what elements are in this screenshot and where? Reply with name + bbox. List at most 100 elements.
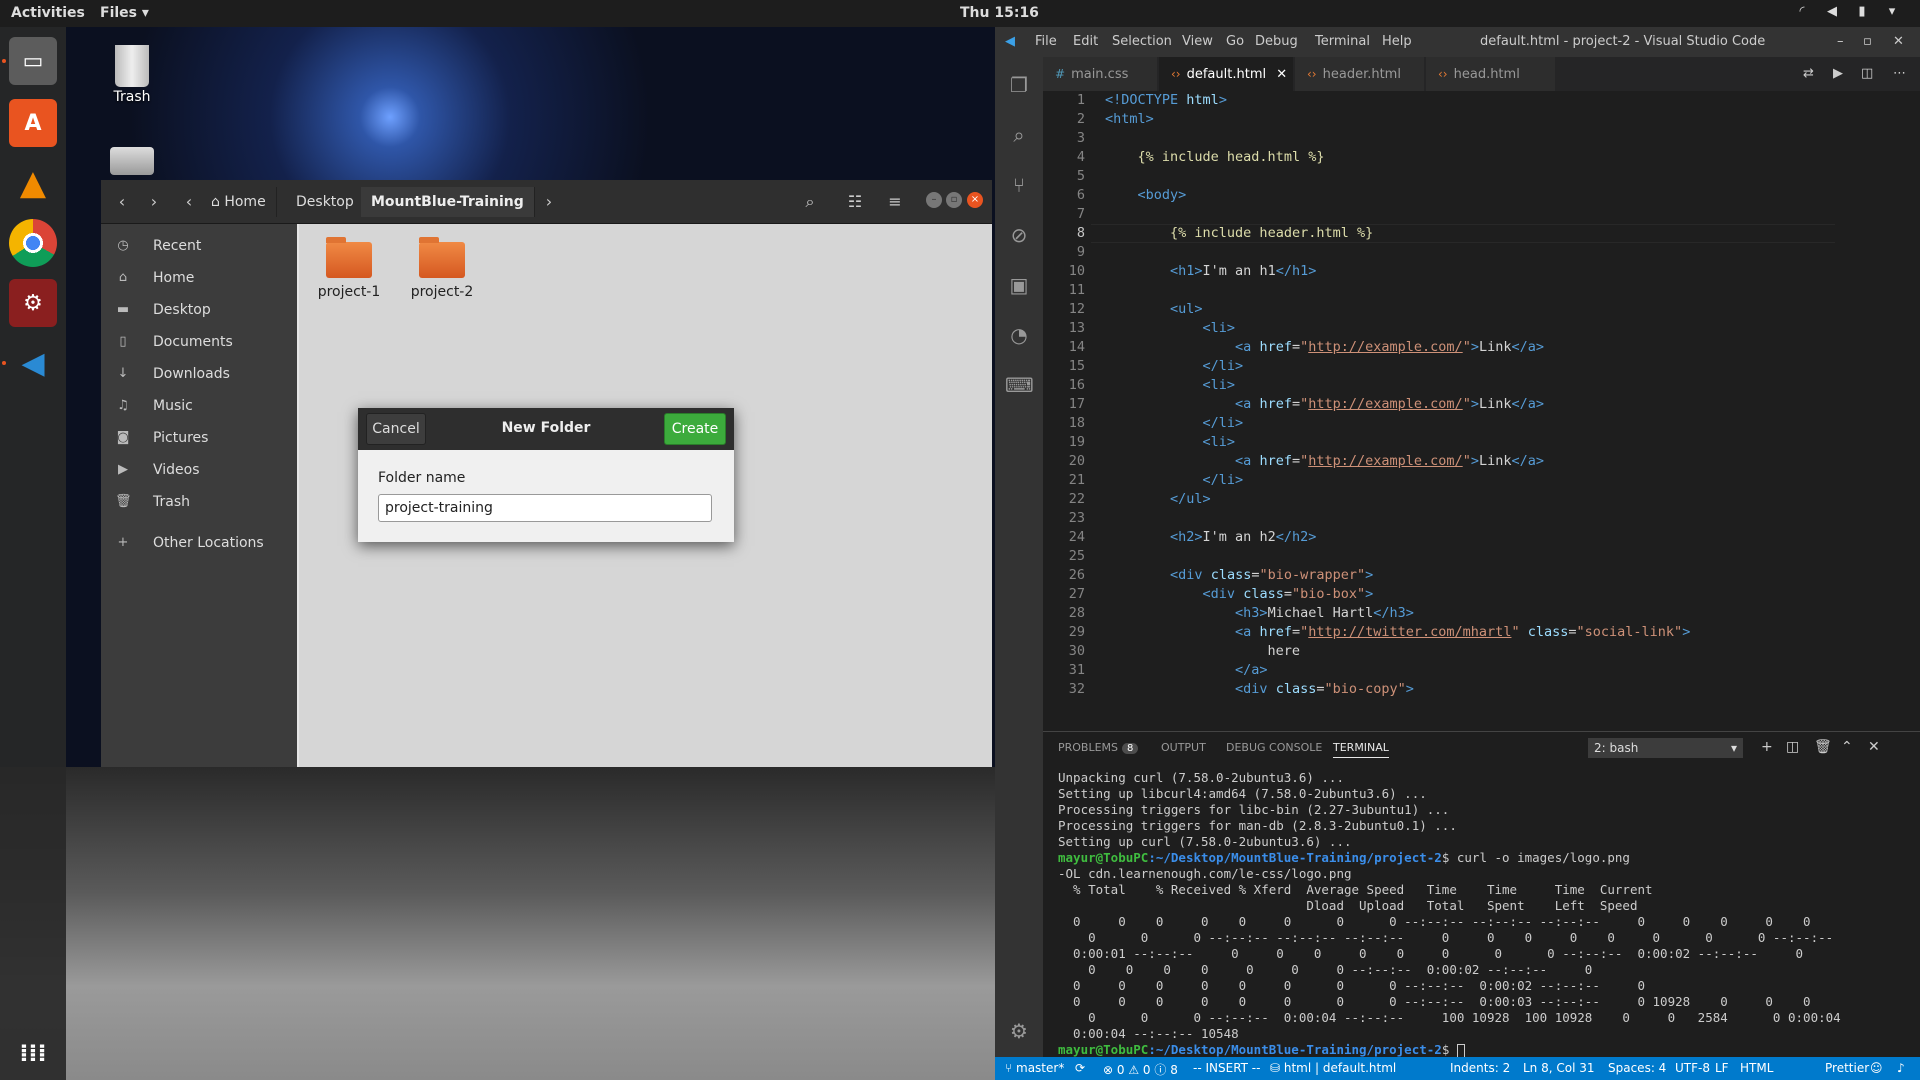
more-icon[interactable]: ⋯ <box>1893 66 1906 81</box>
menu-debug[interactable]: Debug <box>1255 34 1298 49</box>
line-number: 31 <box>1068 662 1085 678</box>
activities-button[interactable]: Activities <box>11 5 85 21</box>
menu-edit[interactable]: Edit <box>1073 34 1098 49</box>
menu-selection[interactable]: Selection <box>1112 34 1172 49</box>
folder-item[interactable]: project-2 <box>402 237 482 300</box>
menu-go[interactable]: Go <box>1226 34 1244 49</box>
menu-file[interactable]: File <box>1035 34 1057 49</box>
code-editor[interactable]: 1 2 3 4 5 6 7 8 9 10 11 12 13 14 15 16 17 18 19 20 21 22 23 24 2… <box>1043 91 1920 731</box>
tab-head-html[interactable]: ‹› head.html <box>1426 57 1556 91</box>
breadcrumb-status[interactable]: ⛁ html | default.html <box>1270 1061 1396 1075</box>
volume-icon[interactable]: ◀ <box>1824 4 1840 20</box>
indents-status[interactable]: Indents: 2 <box>1450 1061 1510 1075</box>
drive-icon[interactable] <box>110 147 154 175</box>
extensions-icon[interactable]: ▣ <box>1005 271 1033 299</box>
tab-header-html[interactable]: ‹› header.html <box>1295 57 1425 91</box>
breadcrumb-home[interactable]: ⌂ Home <box>201 187 277 217</box>
breadcrumb-desktop[interactable]: Desktop <box>286 187 365 217</box>
search-icon[interactable]: ⌕ <box>1005 121 1033 149</box>
sidebar-item-downloads[interactable]: ↓ Downloads <box>101 359 297 389</box>
menu-view[interactable]: View <box>1182 34 1213 49</box>
sync-icon[interactable]: ⟳ <box>1075 1061 1085 1075</box>
language-status[interactable]: HTML <box>1740 1061 1773 1075</box>
git-branch[interactable]: ⑂ master* <box>1005 1061 1064 1075</box>
tab-problems[interactable]: PROBLEMS 8 <box>1058 741 1139 754</box>
eol-status[interactable]: LF <box>1715 1061 1729 1075</box>
compare-icon[interactable]: ⇄ <box>1803 66 1814 81</box>
sidebar-item-home[interactable]: ⌂ Home <box>101 263 297 293</box>
split-editor-icon[interactable]: ◫ <box>1861 66 1873 81</box>
path-right-button[interactable]: › <box>541 187 557 217</box>
terminal-output[interactable]: Unpacking curl (7.58.0-2ubuntu3.6) ... S… <box>1058 770 1908 1058</box>
menu-help[interactable]: Help <box>1382 34 1412 49</box>
vscode-icon[interactable]: ◀ <box>9 339 57 387</box>
tab-output[interactable]: OUTPUT <box>1161 741 1206 754</box>
menu-terminal[interactable]: Terminal <box>1315 34 1370 49</box>
terminal-select[interactable]: 2: bash ▾ <box>1588 738 1743 758</box>
chrome-icon[interactable] <box>9 219 57 267</box>
sidebar-item-music[interactable]: ♫ Music <box>101 391 297 421</box>
close-button[interactable]: × <box>967 192 983 208</box>
tab-main-css[interactable]: # main.css <box>1043 57 1158 91</box>
search-icon[interactable]: ⌕ <box>796 187 824 217</box>
cursor-position[interactable]: Ln 8, Col 31 <box>1523 1061 1595 1075</box>
chevron-up-icon[interactable]: ⌃ <box>1841 739 1853 755</box>
encoding-status[interactable]: UTF-8 <box>1675 1061 1710 1075</box>
maximize-button[interactable]: ▫ <box>1863 34 1872 49</box>
spaces-status[interactable]: Spaces: 4 <box>1608 1061 1666 1075</box>
sidebar-item-trash[interactable]: 🗑 Trash <box>101 487 297 517</box>
show-apps-icon[interactable]: ⁞⁞⁞ <box>9 1029 57 1077</box>
new-terminal-icon[interactable]: + <box>1761 739 1773 755</box>
prettier-status[interactable]: Prettier <box>1825 1061 1869 1075</box>
debug-icon[interactable]: ⊘ <box>1005 221 1033 249</box>
explorer-icon[interactable]: ❐ <box>1005 71 1033 99</box>
software-center-icon[interactable]: A <box>9 99 57 147</box>
breadcrumb-current[interactable]: MountBlue-Training <box>361 187 535 217</box>
app-menu[interactable]: Files ▾ <box>100 5 149 21</box>
back-button[interactable]: ‹ <box>109 187 135 217</box>
close-icon[interactable]: ✕ <box>1868 739 1880 755</box>
system-tray[interactable]: ◜ ◀ ▮ ▾ <box>1794 4 1900 20</box>
tab-default-html[interactable]: ‹› default.html ✕ <box>1159 57 1294 91</box>
sidebar-item-videos[interactable]: ▶ Videos <box>101 455 297 485</box>
path-left-button[interactable]: ‹ <box>181 187 197 217</box>
sidebar-item-desktop[interactable]: ▬ Desktop <box>101 295 297 325</box>
view-options-icon[interactable]: ☷ <box>841 187 869 217</box>
minimize-button[interactable]: – <box>1837 34 1844 49</box>
menu-icon[interactable]: ≡ <box>881 187 909 217</box>
forward-button[interactable]: › <box>141 187 167 217</box>
sidebar-item-other-locations[interactable]: + Other Locations <box>101 528 297 558</box>
create-button[interactable]: Create <box>664 413 726 445</box>
maximize-button[interactable]: ▫ <box>946 192 962 208</box>
folder-item[interactable]: project-1 <box>309 237 389 300</box>
folder-name-input[interactable] <box>378 494 712 522</box>
breadcrumb-current-label: MountBlue-Training <box>371 194 524 210</box>
close-button[interactable]: ✕ <box>1893 34 1904 49</box>
gear-icon[interactable]: ⚙ <box>1005 1017 1033 1045</box>
terminal-icon[interactable]: ⌨ <box>1005 371 1034 399</box>
trash-icon[interactable]: 🗑 <box>1814 739 1832 755</box>
files-icon[interactable]: ▭ <box>9 37 57 85</box>
vlc-icon[interactable]: ▲ <box>9 159 57 207</box>
split-terminal-icon[interactable]: ◫ <box>1786 739 1799 755</box>
battery-icon[interactable]: ▮ <box>1854 4 1870 20</box>
smiley-icon[interactable]: ☺ <box>1870 1061 1883 1075</box>
sidebar-item-documents[interactable]: ▯ Documents <box>101 327 297 357</box>
desktop-trash[interactable]: Trash <box>92 45 172 105</box>
minimap[interactable] <box>1835 91 1920 731</box>
bell-icon[interactable]: ♪ <box>1897 1061 1905 1075</box>
clock[interactable]: Thu 15:16 <box>960 5 1039 21</box>
git-history-icon[interactable]: ◔ <box>1005 321 1033 349</box>
sidebar-item-pictures[interactable]: ◙ Pictures <box>101 423 297 453</box>
minimize-button[interactable]: – <box>926 192 942 208</box>
problems-status[interactable]: ⊗ 0 ⚠ 0 ⓘ 8 <box>1103 1061 1178 1078</box>
sidebar-item-recent[interactable]: ◷ Recent <box>101 231 297 261</box>
tab-debug-console[interactable]: DEBUG CONSOLE <box>1226 741 1322 754</box>
chevron-down-icon[interactable]: ▾ <box>1884 4 1900 20</box>
wifi-icon[interactable]: ◜ <box>1794 4 1810 20</box>
run-icon[interactable]: ▶ <box>1833 66 1843 81</box>
source-control-icon[interactable]: ⑂ <box>1005 171 1033 199</box>
system-tools-icon[interactable]: ⚙ <box>9 279 57 327</box>
tab-terminal[interactable]: TERMINAL <box>1333 741 1389 758</box>
close-tab-icon[interactable]: ✕ <box>1276 67 1287 82</box>
